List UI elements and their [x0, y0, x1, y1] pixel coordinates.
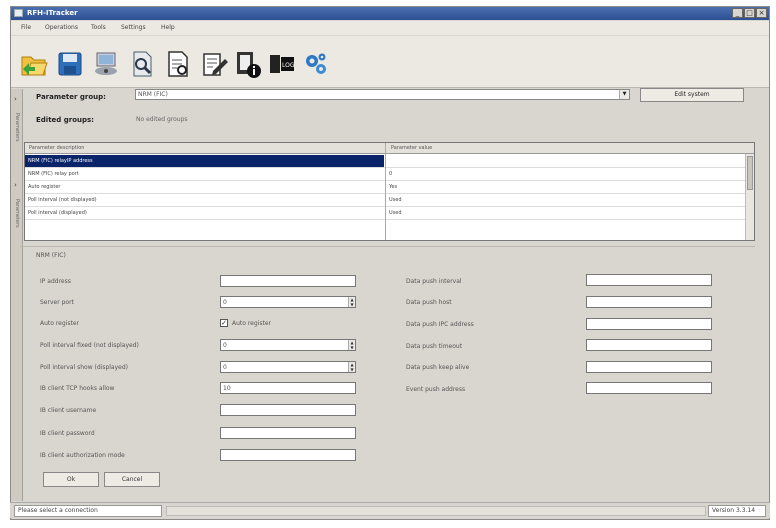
ok-button[interactable]: Ok: [43, 472, 99, 487]
grid-header: Parameter description Parameter value: [25, 143, 754, 154]
data-push-timeout-field[interactable]: [586, 339, 712, 351]
event-push-address-field[interactable]: [586, 382, 712, 394]
data-push-interval-label: Data push interval: [406, 278, 462, 285]
horizontal-scrollbar[interactable]: [166, 506, 706, 516]
gears-icon[interactable]: [301, 49, 331, 79]
edit-document-icon[interactable]: [199, 49, 229, 79]
sidebar-tab-parameters-2[interactable]: › Parameters: [12, 181, 22, 241]
client-username-field[interactable]: [220, 404, 356, 416]
document-info-icon[interactable]: [233, 49, 263, 79]
spin-arrows-icon[interactable]: ▲ ▼: [348, 297, 355, 307]
preview-document-icon[interactable]: [163, 49, 193, 79]
maximize-button[interactable]: □: [744, 8, 755, 18]
data-push-ipc-label: Data push IPC address: [406, 321, 474, 328]
settings-computer-icon[interactable]: [91, 49, 121, 79]
menu-operations[interactable]: Operations: [45, 24, 78, 31]
poll-interval-fixed-stepper[interactable]: 0 ▲ ▼: [220, 339, 356, 351]
menu-help[interactable]: Help: [161, 24, 175, 31]
data-push-host-label: Data push host: [406, 299, 452, 306]
data-push-keepalive-field[interactable]: [586, 361, 712, 373]
spin-arrows-icon[interactable]: ▲ ▼: [348, 340, 355, 350]
log-icon[interactable]: LOG: [267, 49, 297, 79]
authorization-mode-field[interactable]: [220, 449, 356, 461]
window-title: RFH-ITracker: [27, 9, 78, 17]
data-push-keepalive-label: Data push keep alive: [406, 364, 470, 371]
app-icon: [14, 9, 23, 17]
close-button[interactable]: ×: [756, 8, 767, 18]
version-label: Version 3.3.14: [708, 505, 766, 517]
menu-bar: File Operations Tools Settings Help: [11, 21, 769, 35]
data-push-interval-field[interactable]: [586, 274, 712, 286]
data-push-timeout-label: Data push timeout: [406, 343, 463, 350]
data-push-ipc-field[interactable]: [586, 318, 712, 330]
chevron-right-icon: ›: [14, 181, 17, 189]
edited-groups-label: Edited groups:: [36, 116, 94, 124]
parameter-grid: Parameter description Parameter value NR…: [24, 142, 755, 241]
grid-scrollbar[interactable]: [745, 154, 754, 240]
open-folder-icon[interactable]: [19, 49, 49, 79]
client-password-label: IB client password: [40, 430, 95, 437]
column-header-value[interactable]: Parameter value: [391, 145, 432, 151]
poll-interval-fixed-label: Poll interval fixed (not displayed): [40, 342, 139, 349]
event-push-address-label: Event push address: [406, 386, 466, 393]
auto-register-checkbox-label: Auto register: [232, 320, 271, 327]
menu-tools[interactable]: Tools: [91, 24, 106, 31]
menu-file[interactable]: File: [21, 24, 31, 31]
cancel-button[interactable]: Cancel: [104, 472, 160, 487]
authorization-mode-label: IB client authorization mode: [40, 452, 125, 459]
poll-interval-show-label: Poll interval show (displayed): [40, 364, 128, 371]
auto-register-label: Auto register: [40, 320, 79, 327]
column-header-description[interactable]: Parameter description: [29, 145, 84, 151]
menu-settings[interactable]: Settings: [121, 24, 146, 31]
ip-address-label: IP address: [40, 278, 71, 285]
ip-address-field[interactable]: [220, 275, 356, 287]
client-username-label: IB client username: [40, 407, 97, 414]
svg-text:LOG: LOG: [282, 62, 295, 69]
poll-interval-show-stepper[interactable]: 0 ▲ ▼: [220, 361, 356, 373]
chevron-right-icon: ›: [14, 95, 17, 103]
form-group-title: NRM (FIC): [36, 252, 66, 259]
spin-arrows-icon[interactable]: ▲ ▼: [348, 362, 355, 372]
toolbar: LOG: [11, 36, 769, 88]
chevron-down-icon[interactable]: ▼: [619, 90, 629, 99]
server-port-stepper[interactable]: 0 ▲ ▼: [220, 296, 356, 308]
title-bar[interactable]: RFH-ITracker _ □ ×: [11, 7, 769, 20]
parameter-group-label: Parameter group:: [36, 93, 106, 101]
status-message: Please select a connection: [14, 505, 162, 517]
client-password-field[interactable]: [220, 427, 356, 439]
auto-register-checkbox[interactable]: ✓: [220, 319, 228, 327]
save-icon[interactable]: [55, 49, 85, 79]
parameter-group-select[interactable]: NRM (FIC) ▼: [135, 89, 630, 100]
column-divider[interactable]: [385, 143, 386, 240]
sidebar-tab-parameters[interactable]: › Parameters: [12, 95, 22, 155]
server-port-label: Server port: [40, 299, 74, 306]
tcp-hooks-label: IB client TCP hooks allow: [40, 385, 115, 392]
data-push-host-field[interactable]: [586, 296, 712, 308]
scrollbar-thumb[interactable]: [747, 156, 753, 190]
edited-groups-value: No edited groups: [136, 116, 188, 123]
tcp-hooks-field[interactable]: 10: [220, 382, 356, 394]
minimize-button[interactable]: _: [732, 8, 743, 18]
edit-system-button[interactable]: Edit system: [640, 88, 744, 102]
search-document-icon[interactable]: [127, 49, 157, 79]
